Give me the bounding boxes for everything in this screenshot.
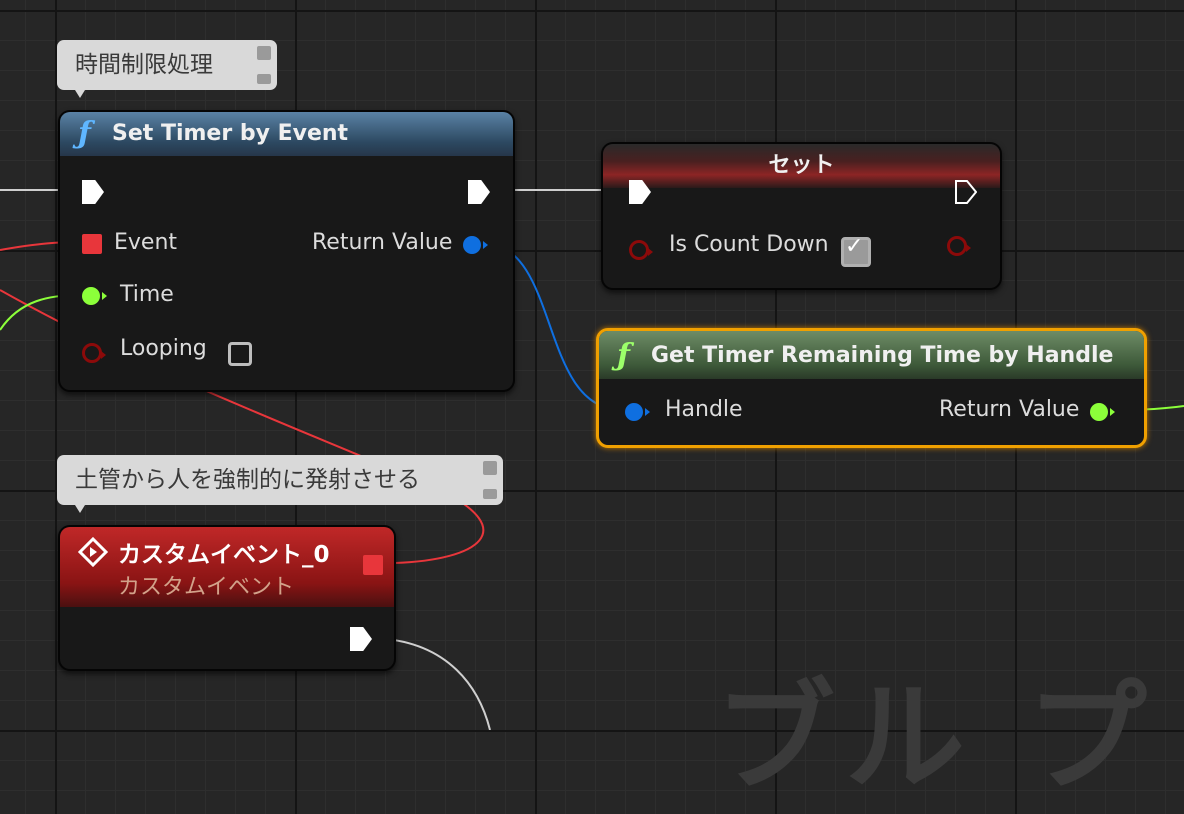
comment-text: 土管から人を強制的に発射させる bbox=[75, 467, 420, 493]
return-value-label: Return Value bbox=[939, 397, 1080, 422]
is-count-down-out-pin[interactable] bbox=[947, 236, 971, 256]
comment-bubble-icon bbox=[483, 489, 497, 499]
is-count-down-label: Is Count Down bbox=[669, 232, 829, 257]
exec-out-pin[interactable] bbox=[955, 180, 977, 204]
event-delegate-pin[interactable] bbox=[82, 234, 102, 254]
looping-checkbox[interactable] bbox=[228, 342, 252, 366]
is-count-down-checkbox[interactable]: ✓ bbox=[841, 234, 871, 267]
function-icon: ƒ bbox=[617, 338, 630, 373]
node-header[interactable]: セット bbox=[603, 144, 1000, 188]
time-pin[interactable] bbox=[82, 287, 107, 305]
pin-icon[interactable] bbox=[483, 461, 497, 475]
exec-out-pin[interactable] bbox=[350, 627, 372, 651]
time-label: Time bbox=[120, 282, 174, 307]
return-value-pin[interactable] bbox=[463, 236, 488, 254]
function-icon: ƒ bbox=[78, 116, 91, 151]
node-title: セット bbox=[768, 153, 835, 178]
pin-icon[interactable] bbox=[257, 46, 271, 60]
handle-label: Handle bbox=[665, 397, 743, 422]
get-timer-remaining-time-node[interactable]: ƒ Get Timer Remaining Time by Handle Han… bbox=[596, 328, 1147, 448]
node-subtitle: カスタムイベント bbox=[118, 575, 295, 600]
set-timer-by-event-node[interactable]: ƒ Set Timer by Event Event Return Value … bbox=[58, 110, 515, 392]
comment-tail bbox=[75, 90, 85, 98]
event-label: Event bbox=[114, 230, 178, 255]
set-variable-node[interactable]: セット Is Count Down ✓ bbox=[601, 142, 1002, 290]
comment-bubble-timer[interactable]: 時間制限処理 bbox=[57, 40, 277, 98]
node-header[interactable]: カスタムイベント_0 カスタムイベント bbox=[60, 527, 394, 607]
comment-bubble-event[interactable]: 土管から人を強制的に発射させる bbox=[57, 455, 503, 513]
comment-bubble-icon bbox=[257, 74, 271, 84]
return-value-pin[interactable] bbox=[1090, 403, 1115, 421]
node-title: カスタムイベント_0 bbox=[118, 542, 330, 568]
comment-text: 時間制限処理 bbox=[75, 52, 213, 78]
node-title: Set Timer by Event bbox=[112, 121, 349, 146]
comment-tail bbox=[75, 505, 85, 513]
node-header[interactable]: ƒ Set Timer by Event bbox=[60, 112, 513, 156]
looping-pin[interactable] bbox=[82, 343, 106, 363]
output-delegate-pin[interactable] bbox=[363, 555, 383, 575]
is-count-down-in-pin[interactable] bbox=[629, 240, 653, 260]
handle-pin[interactable] bbox=[625, 403, 650, 421]
looping-label: Looping bbox=[120, 336, 207, 361]
exec-out-pin[interactable] bbox=[468, 180, 490, 204]
node-title: Get Timer Remaining Time by Handle bbox=[651, 343, 1114, 368]
event-diamond-icon bbox=[78, 537, 108, 567]
exec-in-pin[interactable] bbox=[82, 180, 104, 204]
return-value-label: Return Value bbox=[312, 230, 453, 255]
node-header[interactable]: ƒ Get Timer Remaining Time by Handle bbox=[599, 331, 1144, 379]
checkmark-icon: ✓ bbox=[845, 234, 864, 259]
custom-event-node[interactable]: カスタムイベント_0 カスタムイベント bbox=[58, 525, 396, 671]
